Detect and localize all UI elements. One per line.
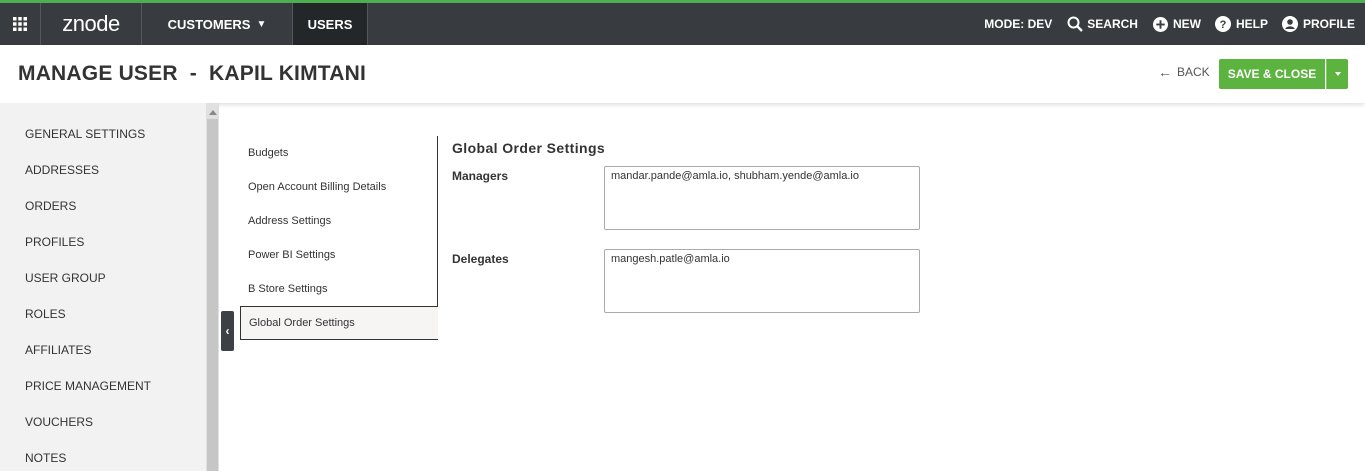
delegates-field[interactable]: mangesh.patle@amla.io [604, 249, 920, 313]
plus-circle-icon [1152, 16, 1169, 33]
save-and-close-button[interactable]: SAVE & CLOSE [1219, 59, 1325, 89]
znode-logo[interactable]: znode [41, 3, 142, 45]
top-right-actions: MODE: DEV SEARCH NEW ? HELP PROFILE [970, 3, 1365, 45]
search-icon [1066, 16, 1083, 33]
new-link[interactable]: NEW [1152, 16, 1201, 33]
delegates-label: Delegates [452, 252, 509, 266]
sidebar-item-general-settings[interactable]: GENERAL SETTINGS [0, 116, 206, 152]
chevron-down-icon: ▼ [256, 18, 267, 30]
nav-users-label: USERS [307, 16, 353, 32]
tab-power-bi-settings[interactable]: Power BI Settings [240, 238, 438, 272]
app-menu-icon[interactable] [0, 3, 41, 45]
user-circle-icon [1282, 16, 1299, 33]
left-sidebar: GENERAL SETTINGS ADDRESSES ORDERS PROFIL… [0, 103, 206, 471]
section-title: Global Order Settings [452, 140, 606, 156]
top-navigation-bar: znode CUSTOMERS ▼ USERS MODE: DEV SEARCH… [0, 0, 1365, 45]
sidebar-item-vouchers[interactable]: VOUCHERS [0, 404, 206, 440]
sidebar-item-roles[interactable]: ROLES [0, 296, 206, 332]
tab-budgets[interactable]: Budgets [240, 136, 438, 170]
scrollbar-thumb[interactable] [207, 119, 218, 471]
search-link[interactable]: SEARCH [1066, 16, 1138, 33]
sidebar-item-addresses[interactable]: ADDRESSES [0, 152, 206, 188]
back-label: BACK [1177, 65, 1210, 79]
new-label: NEW [1172, 17, 1201, 31]
sidebar-item-profiles[interactable]: PROFILES [0, 224, 206, 260]
settings-tab-list: Budgets Open Account Billing Details Add… [240, 136, 438, 340]
managers-label: Managers [452, 169, 509, 183]
collapse-panel-button[interactable]: ‹ [221, 311, 234, 351]
sidebar-item-user-group[interactable]: USER GROUP [0, 260, 206, 296]
tab-open-account-billing-details[interactable]: Open Account Billing Details [240, 170, 438, 204]
sidebar-scrollbar[interactable] [206, 103, 219, 471]
tab-b-store-settings[interactable]: B Store Settings [240, 272, 438, 306]
sidebar-item-orders[interactable]: ORDERS [0, 188, 206, 224]
nav-customers-label: CUSTOMERS [167, 16, 251, 32]
help-label: HELP [1235, 17, 1268, 31]
scroll-up-arrow-icon[interactable] [206, 107, 219, 115]
search-label: SEARCH [1087, 17, 1138, 31]
page-header: MANAGE USER - KAPIL KIMTANI ← BACK SAVE … [0, 45, 1365, 103]
logo-text: znode [62, 11, 120, 36]
mode-indicator[interactable]: MODE: DEV [984, 17, 1052, 31]
sidebar-item-affiliates[interactable]: AFFILIATES [0, 332, 206, 368]
page-title: MANAGE USER - KAPIL KIMTANI [18, 62, 367, 85]
profile-label: PROFILE [1302, 17, 1355, 31]
save-label: SAVE & CLOSE [1227, 67, 1317, 81]
nav-users[interactable]: USERS [293, 3, 368, 45]
arrow-left-icon: ← [1158, 64, 1172, 80]
nav-customers[interactable]: CUSTOMERS ▼ [142, 3, 293, 45]
save-options-dropdown-button[interactable] [1326, 59, 1348, 89]
managers-field[interactable]: mandar.pande@amla.io, shubham.yende@amla… [604, 166, 920, 230]
tab-global-order-settings[interactable]: Global Order Settings [240, 306, 438, 340]
tab-address-settings[interactable]: Address Settings [240, 204, 438, 238]
svg-text:?: ? [1220, 19, 1227, 31]
back-button[interactable]: ← BACK [1158, 64, 1210, 80]
chevron-left-icon: ‹ [225, 324, 230, 338]
help-link[interactable]: ? HELP [1215, 16, 1268, 33]
mode-label: MODE: DEV [984, 17, 1053, 31]
sidebar-item-price-management[interactable]: PRICE MANAGEMENT [0, 368, 206, 404]
profile-link[interactable]: PROFILE [1282, 16, 1355, 33]
help-icon: ? [1215, 16, 1232, 33]
